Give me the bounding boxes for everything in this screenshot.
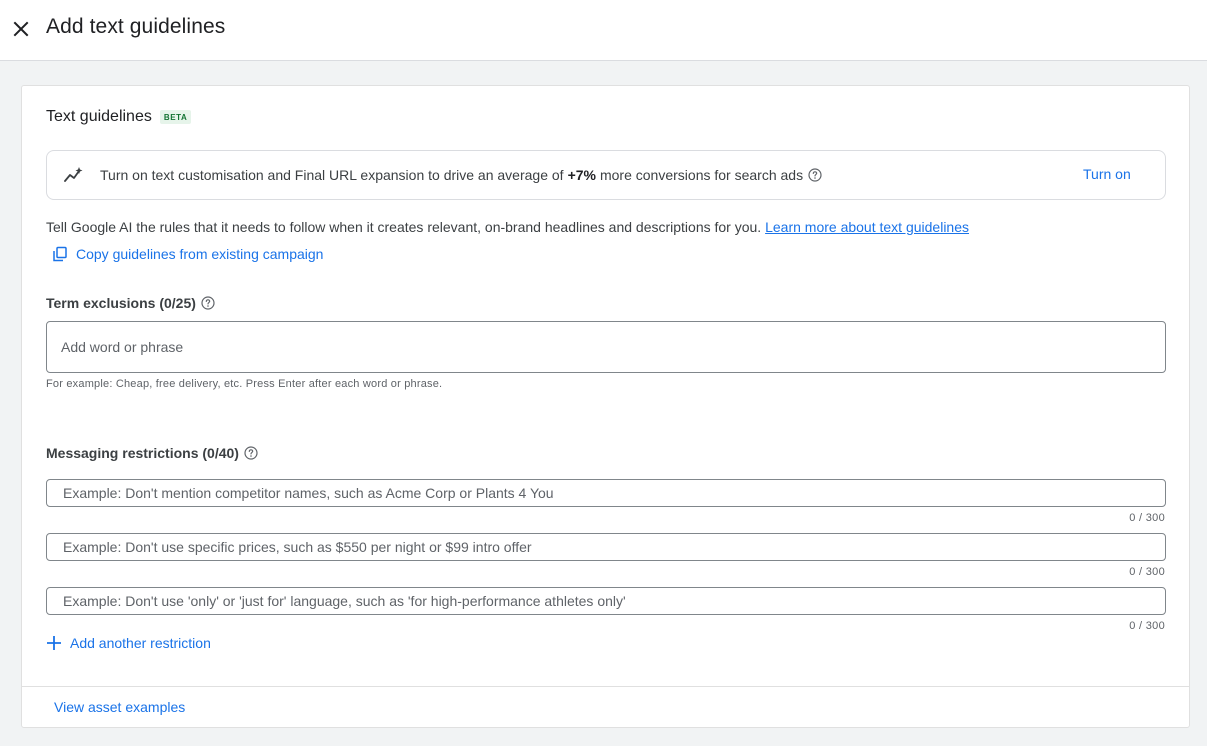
promo-text-before: Turn on text customisation and Final URL…: [100, 167, 564, 183]
add-restriction-label: Add another restriction: [70, 635, 211, 651]
restriction-input-2[interactable]: [46, 533, 1166, 561]
term-exclusions-input[interactable]: [46, 321, 1166, 373]
learn-more-link[interactable]: Learn more about text guidelines: [765, 219, 969, 235]
view-asset-examples-link[interactable]: View asset examples: [54, 699, 185, 715]
restriction-counter-3: 0 / 300: [1129, 620, 1165, 632]
promo-text-after: more conversions for search ads: [599, 167, 804, 183]
term-exclusions-hint: For example: Cheap, free delivery, etc. …: [46, 378, 443, 390]
messaging-restrictions-title: Messaging restrictions (0/40): [46, 445, 239, 461]
page-title: Add text guidelines: [46, 15, 226, 38]
restriction-counter-1: 0 / 300: [1129, 512, 1165, 524]
copy-guidelines-button[interactable]: Copy guidelines from existing campaign: [52, 246, 323, 262]
card-title: Text guidelines: [46, 108, 152, 125]
close-icon: [13, 21, 29, 37]
copy-guidelines-label: Copy guidelines from existing campaign: [76, 246, 324, 262]
term-exclusions-title: Term exclusions (0/25): [46, 295, 196, 311]
top-app-bar: Add text guidelines: [0, 0, 1207, 61]
help-icon[interactable]: [808, 168, 822, 182]
plus-icon: [47, 636, 61, 650]
help-icon[interactable]: [244, 446, 258, 460]
description: Tell Google AI the rules that it needs t…: [46, 219, 762, 235]
messaging-restrictions-label: Messaging restrictions (0/40): [46, 445, 258, 461]
card-footer: View asset examples: [22, 686, 1189, 728]
beta-badge: BETA: [159, 110, 192, 124]
promo-highlight: +7%: [567, 167, 596, 183]
term-exclusions-label: Term exclusions (0/25): [46, 295, 215, 311]
close-button[interactable]: [10, 18, 32, 40]
copy-icon: [53, 246, 67, 262]
help-icon[interactable]: [201, 296, 215, 310]
card-header: Text guidelines BETA: [46, 108, 192, 126]
add-restriction-button[interactable]: Add another restriction: [46, 635, 211, 651]
turn-on-button[interactable]: Turn on: [1083, 166, 1131, 182]
restriction-input-1[interactable]: [46, 479, 1166, 507]
trending-sparkle-icon: [64, 167, 83, 182]
restriction-input-3[interactable]: [46, 587, 1166, 615]
text-guidelines-card: Text guidelines BETA Turn on text custom…: [21, 85, 1190, 728]
promo-text: Turn on text customisation and Final URL…: [100, 167, 822, 183]
restriction-counter-2: 0 / 300: [1129, 566, 1165, 578]
description-text: Tell Google AI the rules that it needs t…: [46, 219, 969, 235]
promo-banner: Turn on text customisation and Final URL…: [46, 150, 1166, 200]
